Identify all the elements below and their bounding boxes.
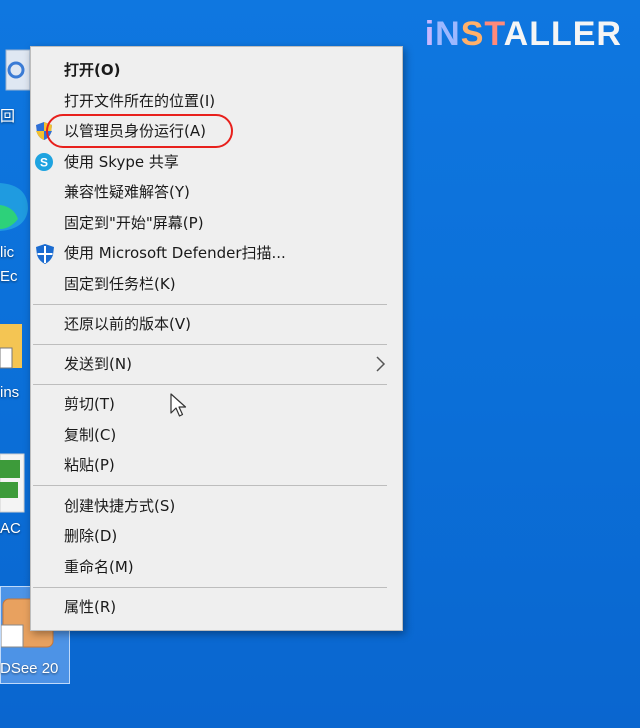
chevron-right-icon <box>374 355 386 373</box>
desktop-label-edge-2: Ec <box>0 268 18 285</box>
menu-item-create-shortcut[interactable]: 创建快捷方式(S) <box>31 491 402 521</box>
mouse-cursor-icon <box>170 393 188 423</box>
menu-separator <box>33 384 387 385</box>
menu-item-rename[interactable]: 重命名(M) <box>31 552 402 582</box>
menu-item-pin-to-start[interactable]: 固定到"开始"屏幕(P) <box>31 208 402 238</box>
desktop-label-ins: ins <box>0 384 20 401</box>
menu-item-open-file-location[interactable]: 打开文件所在的位置(I) <box>31 86 402 116</box>
menu-separator <box>33 304 387 305</box>
menu-item-share-skype[interactable]: S 使用 Skype 共享 <box>31 147 402 177</box>
menu-separator <box>33 587 387 588</box>
menu-item-properties[interactable]: 属性(R) <box>31 592 402 622</box>
installer-watermark-logo: iNSTALLER <box>424 15 622 53</box>
menu-item-paste[interactable]: 粘贴(P) <box>31 450 402 480</box>
desktop-label-acdsee: DSee 20 <box>0 660 59 677</box>
skype-icon: S <box>34 152 54 172</box>
menu-separator <box>33 485 387 486</box>
menu-item-copy[interactable]: 复制(C) <box>31 420 402 450</box>
menu-item-delete[interactable]: 删除(D) <box>31 521 402 551</box>
menu-item-compatibility[interactable]: 兼容性疑难解答(Y) <box>31 177 402 207</box>
menu-item-cut[interactable]: 剪切(T) <box>31 389 402 419</box>
annotation-highlight-ring <box>46 114 233 148</box>
menu-item-restore-previous[interactable]: 还原以前的版本(V) <box>31 309 402 339</box>
desktop-label-recycle: 回 <box>0 108 16 125</box>
desktop-label-ac: AC <box>0 520 21 537</box>
menu-item-pin-to-taskbar[interactable]: 固定到任务栏(K) <box>31 269 402 299</box>
menu-item-open[interactable]: 打开(O) <box>31 55 402 85</box>
desktop-label-edge-1: lic <box>0 244 15 261</box>
menu-item-send-to[interactable]: 发送到(N) <box>31 349 402 379</box>
svg-text:S: S <box>40 156 48 170</box>
defender-shield-icon <box>34 243 54 264</box>
menu-item-defender-scan[interactable]: 使用 Microsoft Defender扫描... <box>31 238 402 268</box>
menu-separator <box>33 344 387 345</box>
